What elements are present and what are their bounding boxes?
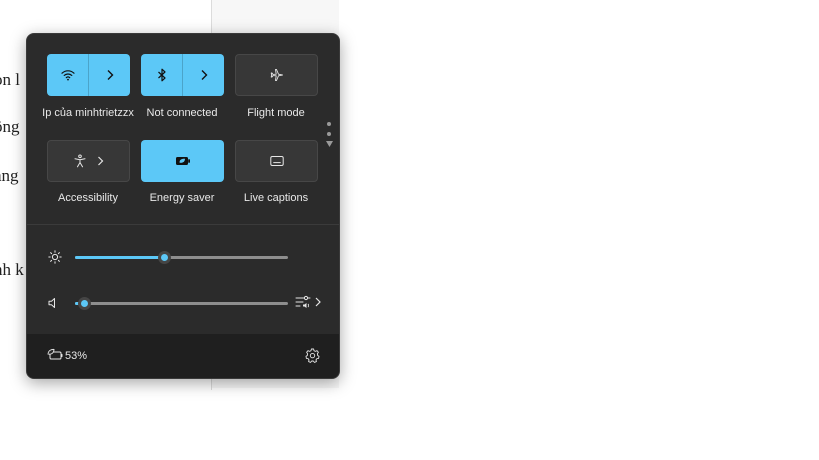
flight-mode-tile[interactable] (235, 54, 318, 96)
quick-settings-panel: Ip của minhtrietzzx Not connected Flight… (26, 33, 340, 379)
scroll-down-icon[interactable] (326, 141, 333, 147)
brightness-slider-thumb[interactable] (158, 251, 172, 264)
wifi-toggle[interactable] (47, 54, 88, 96)
bluetooth-tile[interactable] (141, 54, 224, 96)
live-captions-tile[interactable] (235, 140, 318, 182)
chevron-right-icon[interactable] (97, 156, 104, 166)
bluetooth-icon (157, 68, 167, 82)
brightness-row (27, 246, 339, 270)
brightness-slider[interactable] (75, 251, 288, 264)
section-divider (27, 224, 339, 225)
volume-row (27, 292, 339, 316)
audio-output-icon (295, 295, 311, 309)
bluetooth-more-button[interactable] (183, 54, 224, 96)
wifi-icon (60, 69, 75, 81)
chevron-right-icon (200, 69, 208, 81)
energy-saver-icon (175, 155, 191, 167)
captions-icon (269, 155, 284, 167)
wifi-tile[interactable] (47, 54, 130, 96)
settings-button[interactable] (305, 348, 320, 363)
volume-slider-thumb[interactable] (77, 297, 91, 310)
live-captions-tile-label: Live captions (243, 192, 309, 204)
bluetooth-toggle[interactable] (141, 54, 182, 96)
flight-mode-tile-label: Flight mode (247, 107, 305, 119)
wifi-more-button[interactable] (89, 54, 130, 96)
page-indicator[interactable] (326, 122, 333, 147)
energy-saver-tile[interactable] (141, 140, 224, 182)
accessibility-icon (73, 154, 87, 168)
brightness-icon (48, 250, 62, 264)
battery-percent: 53% (65, 350, 88, 362)
page-dot[interactable] (327, 122, 331, 126)
audio-output-button[interactable] (295, 295, 321, 309)
quick-settings-tiles: Ip của minhtrietzzx Not connected Flight… (27, 34, 339, 224)
page-dot[interactable] (327, 132, 331, 136)
speaker-icon[interactable] (48, 297, 60, 309)
battery-saver-icon (47, 348, 63, 362)
settings-gear-icon (305, 348, 320, 363)
airplane-icon (270, 68, 284, 82)
chevron-right-icon (106, 69, 114, 81)
volume-slider[interactable] (75, 297, 288, 310)
brightness-slider-fill (75, 256, 165, 259)
quick-settings-footer: 53% (27, 334, 339, 378)
battery-status[interactable] (47, 348, 63, 362)
chevron-right-icon (315, 297, 321, 307)
accessibility-tile[interactable] (47, 140, 130, 182)
